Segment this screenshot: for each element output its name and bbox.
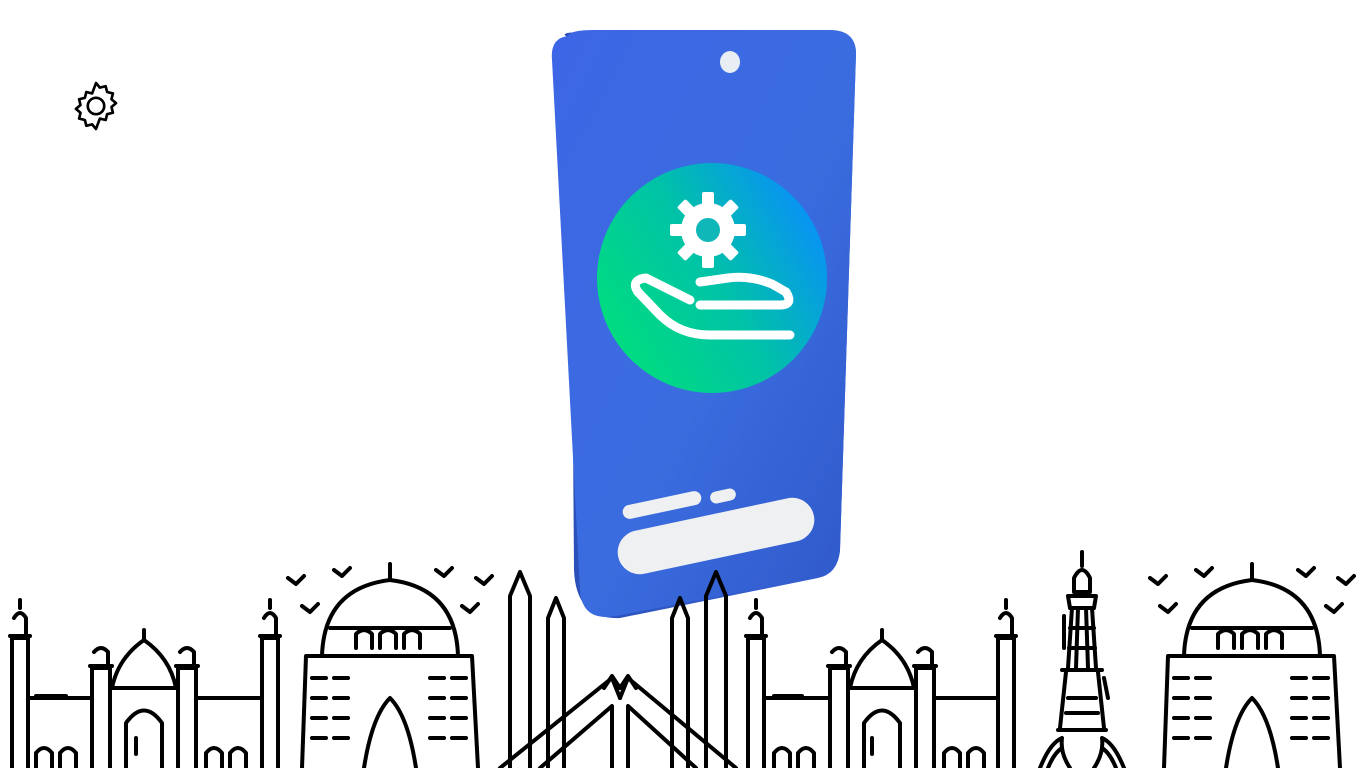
minar-e-pakistan bbox=[1038, 550, 1126, 768]
hero-illustration bbox=[550, 30, 860, 620]
mazar-e-quaid-2 bbox=[1148, 562, 1356, 768]
camera-dot bbox=[720, 51, 740, 73]
badshahi-mosque-right bbox=[744, 598, 1018, 768]
faisal-mosque bbox=[498, 570, 738, 768]
mazar-e-quaid-1 bbox=[286, 562, 494, 768]
skyline-illustration bbox=[0, 548, 1366, 768]
badshahi-mosque-left bbox=[8, 598, 282, 768]
gear-icon bbox=[67, 77, 125, 135]
hand-gear-icon bbox=[670, 192, 746, 268]
settings-button[interactable] bbox=[66, 76, 126, 136]
